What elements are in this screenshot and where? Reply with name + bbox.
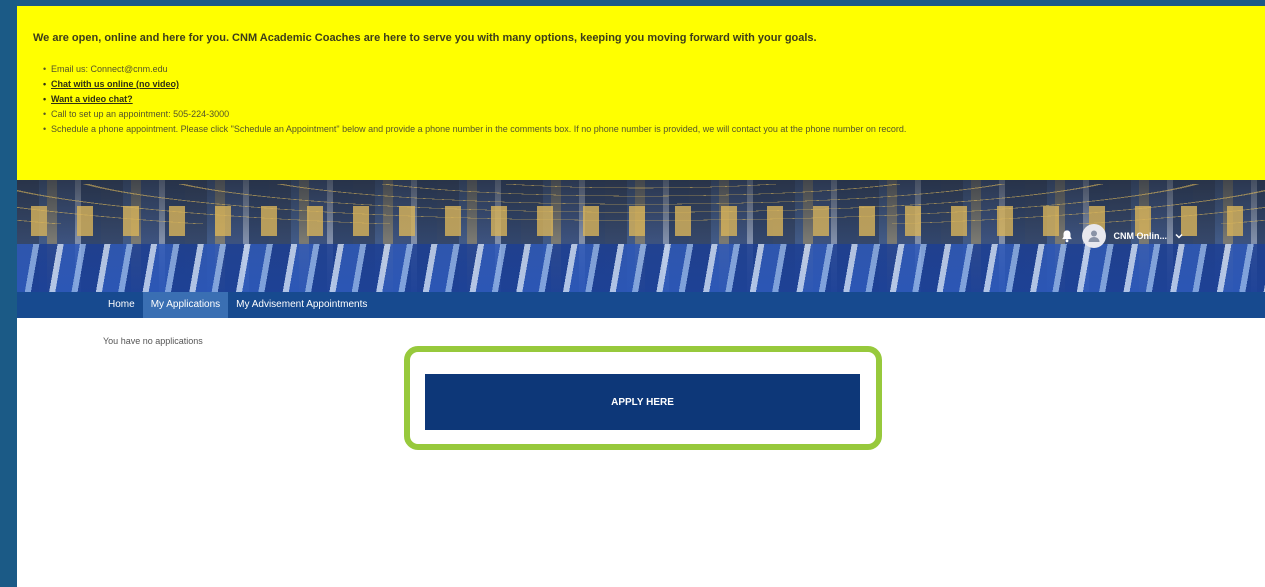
email-item: Email us: Connect@cnm.edu [43,64,1249,74]
phone-item: Call to set up an appointment: 505-224-3… [43,109,1249,119]
banner-contact-list: Email us: Connect@cnm.edu Chat with us o… [33,64,1249,134]
video-chat-link[interactable]: Want a video chat? [43,94,1249,104]
banner-message: We are open, online and here for you. CN… [33,32,817,44]
tab-my-applications[interactable]: My Applications [142,292,229,318]
user-icon [1088,230,1099,242]
user-name[interactable]: CNM Onlin... [1114,231,1168,241]
bell-icon[interactable] [1060,229,1074,243]
avatar[interactable] [1081,224,1106,248]
main-navigation: Home My Applications My Advisement Appoi… [17,292,1265,318]
schedule-item: Schedule a phone appointment. Please cli… [43,124,1249,134]
announcement-banner: We are open, online and here for you. CN… [17,6,1265,180]
hero-crowd-decoration [17,244,1265,292]
user-menu[interactable]: CNM Onlin... [1060,224,1184,248]
tab-my-advisement-appointments[interactable]: My Advisement Appointments [228,292,375,318]
empty-applications-message: You have no applications [103,336,203,346]
page-frame: We are open, online and here for you. CN… [17,6,1265,587]
tab-home[interactable]: Home [100,292,143,318]
apply-here-button[interactable]: APPLY HERE [425,374,860,430]
graduation-hero-image: CNM Onlin... [17,180,1265,292]
chat-link[interactable]: Chat with us online (no video) [43,79,1249,89]
chevron-down-icon[interactable] [1175,232,1183,240]
